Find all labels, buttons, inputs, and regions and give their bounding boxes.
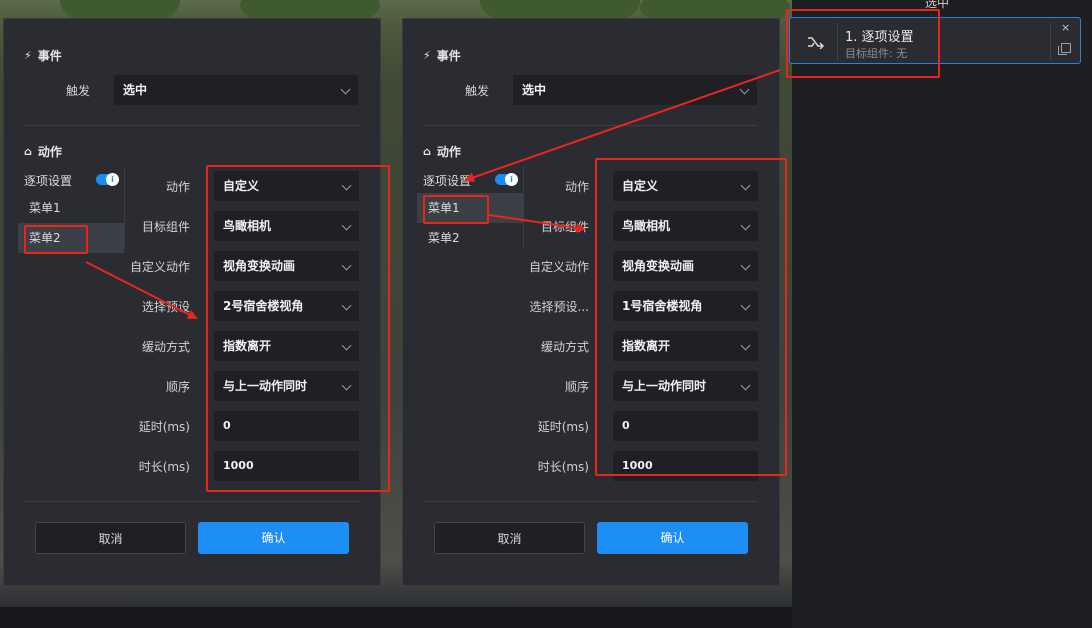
field-label-custom-action: 自定义动作 — [129, 260, 190, 274]
lightning-icon: ⚡ — [423, 49, 431, 62]
chevron-down-icon — [340, 84, 351, 95]
lightning-icon: ⚡ — [24, 49, 32, 62]
annotation-box-fields-2 — [595, 158, 787, 476]
field-label-easing: 缓动方式 — [141, 340, 190, 354]
chevron-down-icon — [739, 84, 750, 95]
field-label-target: 目标组件 — [141, 220, 190, 234]
confirm-button[interactable]: 确认 — [198, 522, 349, 554]
field-label-preset: 选择预设... — [529, 300, 589, 314]
field-label-delay: 延时(ms) — [138, 420, 190, 434]
footer-divider — [24, 501, 359, 502]
copy-icon[interactable] — [1058, 43, 1071, 55]
right-side-panel — [792, 0, 1092, 628]
close-icon[interactable]: × — [1061, 21, 1070, 34]
field-label-duration: 时长(ms) — [138, 460, 190, 474]
field-label-delay: 延时(ms) — [537, 420, 589, 434]
field-label-custom-action: 自定义动作 — [528, 260, 589, 274]
action-section-title: ⌂ 动作 — [24, 143, 62, 160]
event-title-text: 事件 — [436, 49, 461, 63]
item-setting-label: 逐项设置 — [423, 174, 472, 188]
field-label-duration: 时长(ms) — [537, 460, 589, 474]
trigger-select[interactable]: 选中 — [513, 75, 757, 105]
annotation-box-menu1 — [423, 195, 489, 224]
annotation-box-fields-1 — [206, 165, 390, 492]
trigger-label: 触发 — [464, 84, 489, 98]
footer-divider — [423, 501, 758, 502]
field-label-order: 顺序 — [165, 380, 190, 394]
field-label-easing: 缓动方式 — [540, 340, 589, 354]
action-icon: ⌂ — [423, 145, 431, 158]
annotation-box-menu2 — [24, 225, 88, 254]
section-divider — [423, 125, 758, 126]
confirm-button[interactable]: 确认 — [597, 522, 748, 554]
field-label-action: 动作 — [564, 180, 589, 194]
step-card-separator — [1050, 22, 1051, 60]
action-title-text: 动作 — [436, 145, 461, 159]
event-section-title: ⚡ 事件 — [423, 47, 461, 64]
action-title-text: 动作 — [37, 145, 62, 159]
trigger-value: 选中 — [123, 83, 148, 97]
trigger-select[interactable]: 选中 — [114, 75, 358, 105]
bottom-strip-dots — [0, 618, 792, 620]
field-label-preset: 选择预设 — [141, 300, 190, 314]
event-title-text: 事件 — [37, 49, 62, 63]
field-label-action: 动作 — [165, 180, 190, 194]
section-divider — [24, 125, 359, 126]
annotation-box-step-card — [786, 9, 940, 78]
event-section-title: ⚡ 事件 — [24, 47, 62, 64]
cancel-button[interactable]: 取消 — [434, 522, 585, 554]
action-icon: ⌂ — [24, 145, 32, 158]
item-setting-label: 逐项设置 — [24, 174, 73, 188]
field-label-order: 顺序 — [564, 380, 589, 394]
trigger-label: 触发 — [65, 84, 90, 98]
field-label-target: 目标组件 — [540, 220, 589, 234]
action-section-title: ⌂ 动作 — [423, 143, 461, 160]
trigger-value: 选中 — [522, 83, 547, 97]
cancel-button[interactable]: 取消 — [35, 522, 186, 554]
bottom-strip — [0, 606, 792, 628]
